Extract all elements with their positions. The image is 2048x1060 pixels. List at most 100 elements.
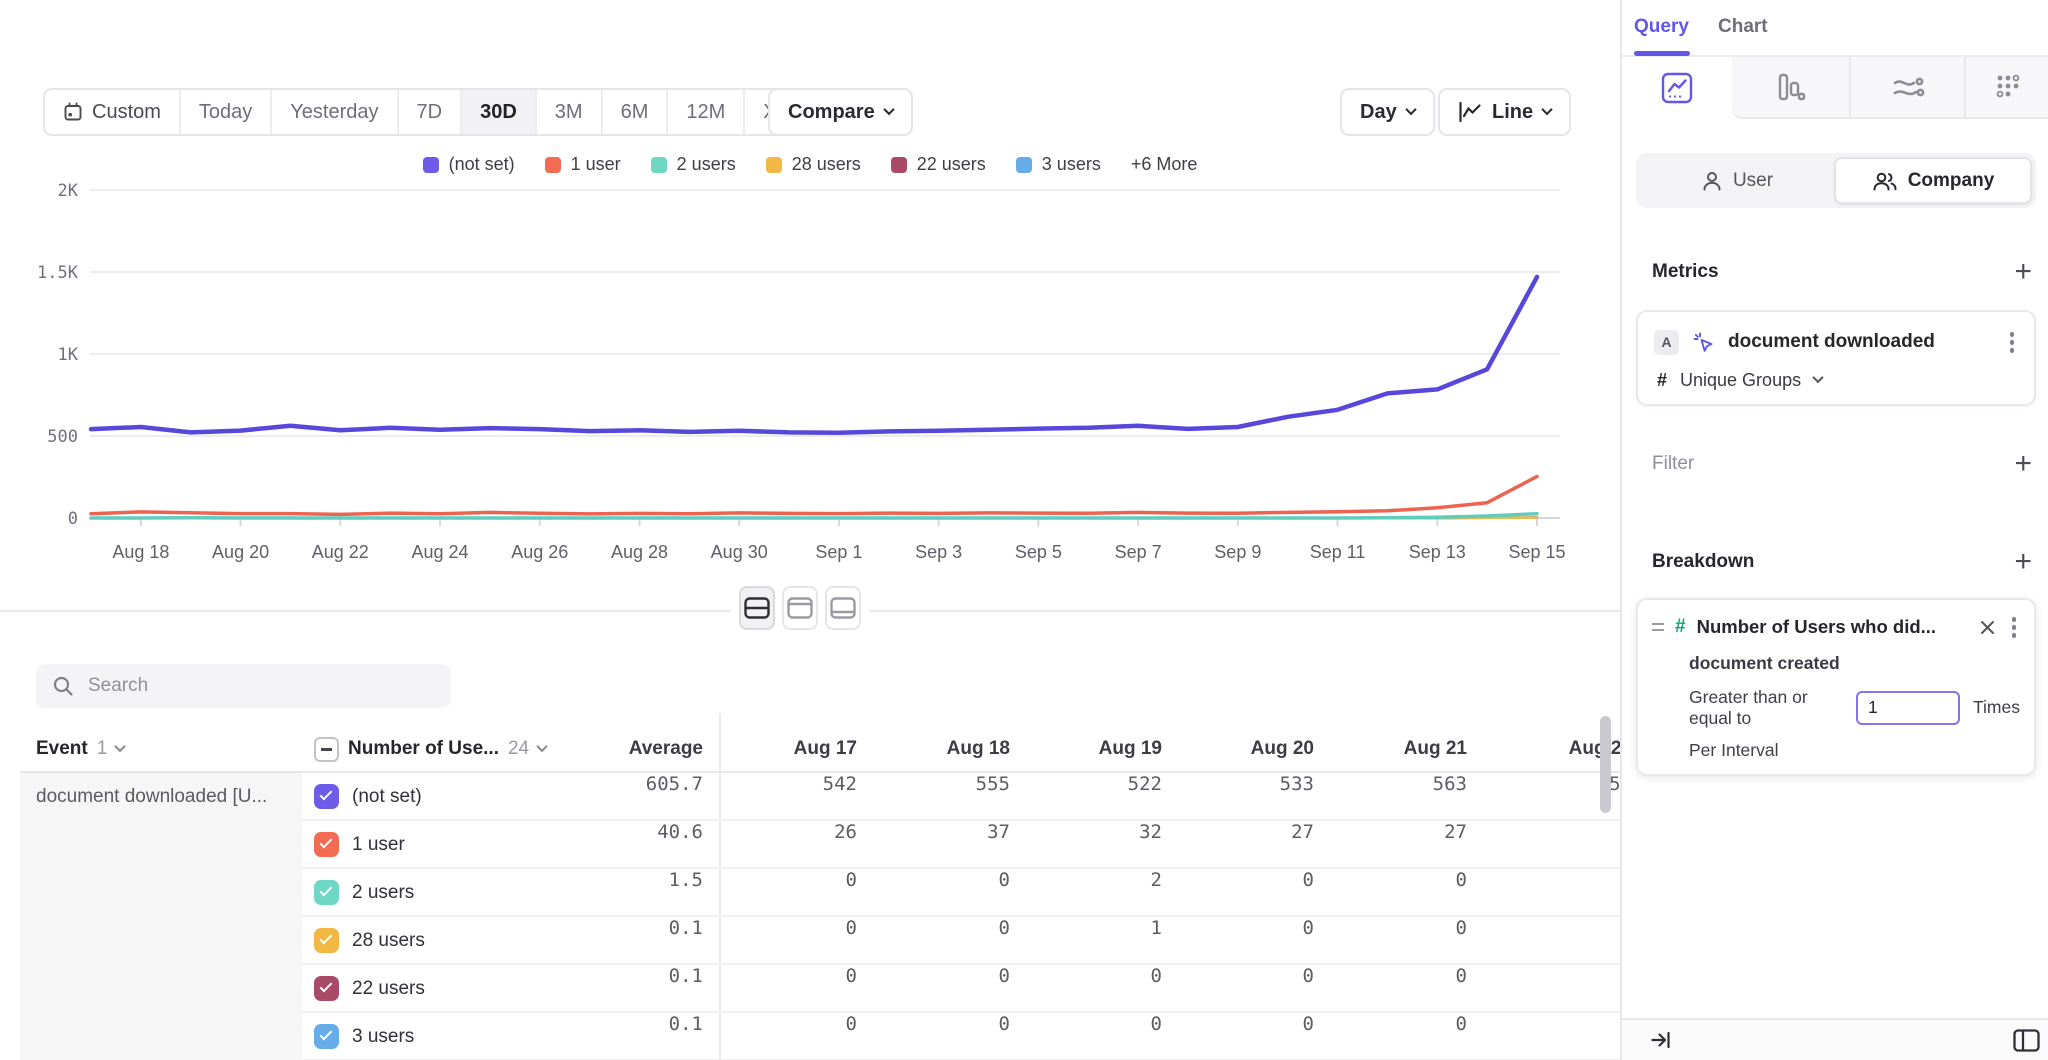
cell-value: 0 (1482, 1013, 1620, 1035)
row-checkbox[interactable] (314, 832, 339, 857)
row-label: 2 users (352, 869, 414, 917)
breakdown-kebab-menu[interactable] (2008, 613, 2021, 642)
row-checkbox[interactable] (314, 976, 339, 1001)
table-row-2-users: 2 users1.5002000 (302, 869, 1620, 917)
cell-value: 0 (707, 917, 857, 939)
tab-query[interactable]: Query (1634, 16, 1689, 38)
chart-type-strip (1622, 57, 2048, 119)
breakdown-event-name[interactable]: document created (1689, 653, 2020, 674)
row-checkbox[interactable] (314, 1024, 339, 1049)
average-value: 0.1 (553, 965, 703, 987)
cell-value: 0 (1482, 965, 1620, 987)
chart-type-bar-tab[interactable] (1732, 57, 1849, 119)
metrics-section-header: Metrics + (1622, 256, 2048, 288)
cell-value: 555 (860, 773, 1010, 795)
main-area: 05001K1.5K2KAug 18Aug 20Aug 22Aug 24Aug … (0, 0, 1620, 1060)
breakdown-condition-label[interactable]: Greater than or equal to (1689, 687, 1843, 729)
cell-value: 0 (1482, 869, 1620, 891)
filter-heading: Filter (1652, 453, 1694, 475)
metric-badge: A (1654, 330, 1679, 355)
average-value: 605.7 (553, 773, 703, 795)
breakdown-per-interval-label[interactable]: Per Interval (1689, 740, 2020, 761)
row-label: 28 users (352, 917, 425, 965)
hash-icon: # (1657, 370, 1667, 391)
tab-chart[interactable]: Chart (1718, 16, 1768, 38)
chart-type-flow-tab[interactable] (1849, 57, 1964, 119)
table-row-1-user: 1 user40.626373227272 (302, 821, 1620, 869)
dots-grid-icon (1992, 71, 2024, 103)
row-label: 22 users (352, 965, 425, 1013)
flow-chart-icon (1891, 72, 1925, 102)
check-icon (320, 980, 333, 993)
cell-value: 0 (1164, 1013, 1314, 1035)
cell-value: 0 (1164, 869, 1314, 891)
metric-card: A document downloaded # Unique Groups (1636, 310, 2036, 406)
table-scrollbar[interactable] (1600, 716, 1611, 813)
scope-user-option[interactable]: User (1640, 157, 1834, 204)
measure-selector[interactable]: # Unique Groups (1654, 370, 2018, 391)
scope-toggle: User Company (1636, 153, 2036, 208)
cell-value: 0 (860, 869, 1010, 891)
scope-company-option[interactable]: Company (1834, 157, 2032, 204)
user-icon (1701, 170, 1723, 192)
breakdown-heading: Breakdown (1652, 551, 1754, 573)
drag-handle-icon[interactable] (1652, 623, 1664, 631)
measure-label: Unique Groups (1680, 370, 1801, 391)
breakdown-value-input[interactable] (1856, 691, 1960, 725)
breakdown-card: # Number of Users who did... document cr… (1636, 598, 2036, 776)
scope-user-label: User (1733, 170, 1773, 192)
scope-company-label: Company (1908, 170, 1995, 192)
table-row-28-users: 28 users0.1001000 (302, 917, 1620, 965)
cell-value: 26 (707, 821, 857, 843)
breakdown-title[interactable]: Number of Users who did... (1697, 616, 1967, 638)
row-checkbox[interactable] (314, 784, 339, 809)
row-checkbox[interactable] (314, 928, 339, 953)
check-icon (320, 836, 333, 849)
check-icon (320, 884, 333, 897)
check-icon (320, 1028, 333, 1041)
cell-value: 0 (707, 869, 857, 891)
breakdown-section-header: Breakdown + (1622, 546, 2048, 578)
add-filter-button[interactable]: + (2014, 454, 2032, 474)
cell-value: 32 (1012, 821, 1162, 843)
average-value: 40.6 (553, 821, 703, 843)
add-metric-button[interactable]: + (2014, 262, 2032, 282)
cell-value: 533 (1164, 773, 1314, 795)
cell-value: 27 (1317, 821, 1467, 843)
metric-kebab-menu[interactable] (2006, 328, 2019, 357)
cell-value: 0 (1164, 917, 1314, 939)
cell-value: 0 (860, 917, 1010, 939)
active-tab-underline (1634, 51, 1690, 56)
chevron-down-icon (1812, 371, 1823, 382)
row-label: 3 users (352, 1013, 414, 1060)
panel-footer (1622, 1018, 2048, 1060)
company-users-icon (1872, 170, 1898, 192)
check-icon (320, 788, 333, 801)
line-chart-box-icon (1660, 71, 1694, 105)
side-panel-toggle-icon[interactable] (2013, 1029, 2040, 1052)
cell-value: 542 (707, 773, 857, 795)
cell-value: 37 (860, 821, 1010, 843)
check-icon (320, 932, 333, 945)
cell-value: 0 (1317, 965, 1467, 987)
cell-value: 0 (707, 1013, 857, 1035)
collapse-panel-icon[interactable] (1650, 1029, 1672, 1051)
query-panel: Query Chart (1620, 0, 2048, 1060)
event-click-icon (1692, 331, 1715, 354)
chart-type-line-tab[interactable] (1622, 57, 1732, 119)
average-value: 0.1 (553, 917, 703, 939)
row-label: (not set) (352, 773, 422, 821)
row-checkbox[interactable] (314, 880, 339, 905)
add-breakdown-button[interactable]: + (2014, 552, 2032, 572)
table-row-3-users: 3 users0.1000000 (302, 1013, 1620, 1060)
chart-type-grid-tab[interactable] (1964, 57, 2048, 119)
cell-value: 0 (1317, 869, 1467, 891)
table-row-not-set: (not set)605.754255552253356353 (302, 773, 1620, 821)
cell-value: 0 (1012, 1013, 1162, 1035)
table-row-22-users: 22 users0.1000000 (302, 965, 1620, 1013)
cell-value: 0 (707, 965, 857, 987)
breakdown-unit-label: Times (1973, 697, 2020, 718)
average-value: 0.1 (553, 1013, 703, 1035)
metric-event-name[interactable]: document downloaded (1728, 331, 1993, 353)
close-icon[interactable] (1978, 618, 1997, 637)
